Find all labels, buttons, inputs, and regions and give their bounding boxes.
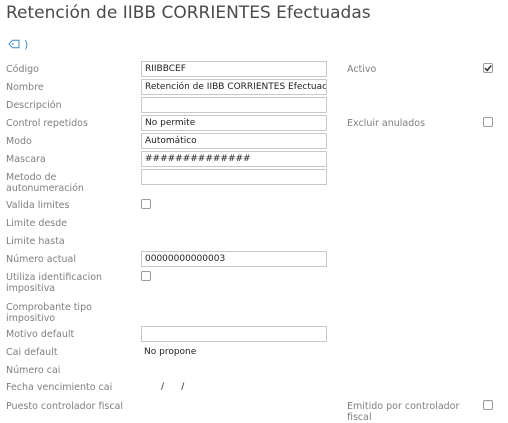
- mascara-field[interactable]: ##############: [141, 151, 327, 167]
- metodo-autonumeracion-label: Metodo de autonumeración: [6, 172, 84, 194]
- numero-actual-label: Número actual: [6, 254, 77, 265]
- descripcion-label: Descripción: [6, 100, 62, 111]
- excluir-anulados-label: Excluir anulados: [347, 118, 426, 129]
- activo-label: Activo: [347, 64, 377, 75]
- modo-field[interactable]: Automático: [141, 133, 327, 149]
- cai-default-label: Cai default: [6, 347, 58, 358]
- utiliza-identificacion-checkbox[interactable]: [141, 271, 151, 281]
- nombre-label: Nombre: [6, 82, 44, 93]
- valida-limites-label: Valida limites: [6, 200, 70, 211]
- valida-limites-checkbox[interactable]: [141, 199, 151, 209]
- excluir-anulados-checkbox[interactable]: [483, 117, 493, 127]
- numero-actual-field[interactable]: 00000000000003: [141, 251, 327, 267]
- cai-default-value: No propone: [144, 347, 197, 357]
- page-title: Retención de IIBB CORRIENTES Efectuadas: [6, 3, 371, 23]
- limite-hasta-label: Limite hasta: [6, 236, 65, 247]
- puesto-controlador-label: Puesto controlador fiscal: [6, 401, 124, 412]
- comprobante-tipo-label: Comprobante tipo impositivo: [6, 302, 92, 324]
- arrow-icon[interactable]: ): [24, 39, 28, 50]
- utiliza-identificacion-label: Utiliza identificacion impositiva: [6, 272, 103, 294]
- checkmark-icon: [484, 65, 492, 72]
- fecha-vencimiento-cai-label: Fecha vencimiento cai: [6, 382, 113, 393]
- motivo-default-label: Motivo default: [6, 329, 75, 340]
- control-repetidos-label: Control repetidos: [6, 118, 88, 129]
- mascara-label: Mascara: [6, 154, 46, 165]
- nombre-field[interactable]: Retención de IIBB CORRIENTES Efectuadas: [141, 79, 327, 95]
- codigo-field[interactable]: RIIBBCEF: [141, 61, 327, 77]
- activo-checkbox[interactable]: [483, 63, 493, 73]
- motivo-default-field[interactable]: [141, 326, 327, 342]
- emitido-controlador-label: Emitido por controlador fiscal: [347, 401, 460, 423]
- control-repetidos-field[interactable]: No permite: [141, 115, 327, 131]
- metodo-autonumeracion-field[interactable]: [141, 169, 327, 185]
- fecha-vencimiento-cai-field[interactable]: / /: [161, 382, 184, 392]
- codigo-label: Código: [6, 64, 39, 75]
- numero-cai-label: Número cai: [6, 365, 61, 376]
- tag-bar: ): [8, 37, 28, 51]
- limite-desde-label: Limite desde: [6, 218, 68, 229]
- tag-icon[interactable]: [8, 39, 20, 49]
- descripcion-field[interactable]: [141, 97, 327, 113]
- modo-label: Modo: [6, 136, 32, 147]
- emitido-controlador-checkbox[interactable]: [483, 400, 493, 410]
